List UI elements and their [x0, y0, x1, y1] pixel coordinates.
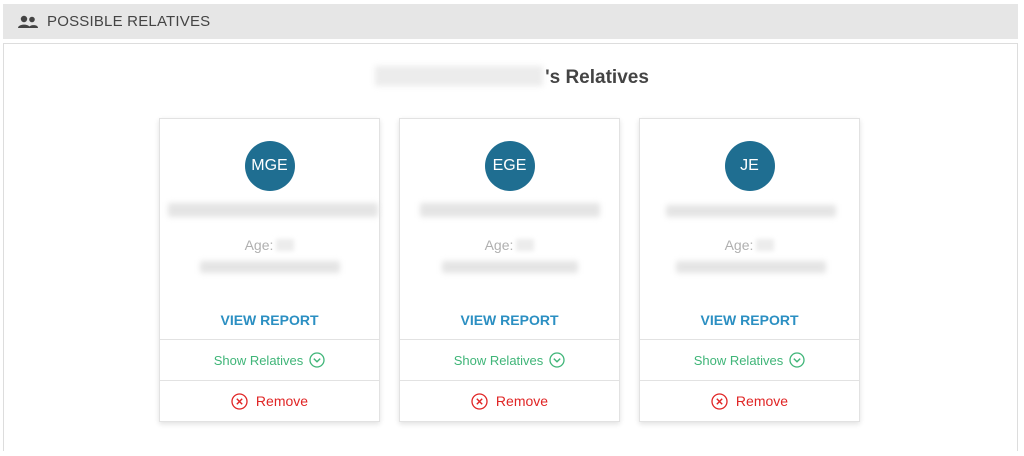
remove-button[interactable]: Remove — [160, 380, 379, 421]
remove-label: Remove — [495, 393, 549, 409]
remove-label: Remove — [735, 393, 789, 409]
redacted-age — [756, 239, 775, 251]
relative-card: MGE Age: VIEW REPORT Show Relatives Remo… — [159, 118, 380, 422]
show-relatives-label: Show Relatives — [213, 352, 304, 368]
relative-card: JE Age: VIEW REPORT Show Relatives Remov… — [639, 118, 860, 422]
show-relatives-button[interactable]: Show Relatives — [160, 339, 379, 380]
redacted-age — [276, 239, 295, 251]
redacted-full-name — [420, 203, 600, 217]
chevron-down-icon — [549, 352, 565, 368]
view-report-link[interactable]: VIEW REPORT — [160, 312, 379, 328]
relatives-heading: 's Relatives — [0, 66, 1024, 89]
show-relatives-label: Show Relatives — [453, 352, 544, 368]
age-label: Age: — [400, 237, 619, 253]
remove-button[interactable]: Remove — [400, 380, 619, 421]
view-report-link[interactable]: VIEW REPORT — [400, 312, 619, 328]
show-relatives-label: Show Relatives — [693, 352, 784, 368]
age-label: Age: — [160, 237, 379, 253]
remove-label: Remove — [255, 393, 309, 409]
section-title: POSSIBLE RELATIVES — [47, 13, 211, 30]
close-circle-icon — [231, 392, 248, 410]
section-header: POSSIBLE RELATIVES — [3, 4, 1018, 39]
show-relatives-button[interactable]: Show Relatives — [400, 339, 619, 380]
view-report-link[interactable]: VIEW REPORT — [640, 312, 859, 328]
close-circle-icon — [711, 392, 728, 410]
age-label: Age: — [640, 237, 859, 253]
chevron-down-icon — [789, 352, 805, 368]
redacted-location — [200, 261, 340, 273]
close-circle-icon — [471, 392, 488, 410]
avatar: EGE — [484, 141, 535, 191]
show-relatives-button[interactable]: Show Relatives — [640, 339, 859, 380]
redacted-full-name — [168, 203, 378, 217]
redacted-name — [375, 66, 544, 86]
remove-button[interactable]: Remove — [640, 380, 859, 421]
redacted-age — [516, 239, 535, 251]
heading-suffix: 's Relatives — [545, 67, 649, 88]
chevron-down-icon — [309, 352, 325, 368]
redacted-location — [442, 261, 578, 273]
avatar: JE — [724, 141, 775, 191]
redacted-full-name — [666, 205, 836, 217]
relative-card: EGE Age: VIEW REPORT Show Relatives Remo… — [399, 118, 620, 422]
avatar: MGE — [244, 141, 295, 191]
users-icon — [18, 15, 38, 29]
redacted-location — [676, 261, 826, 273]
